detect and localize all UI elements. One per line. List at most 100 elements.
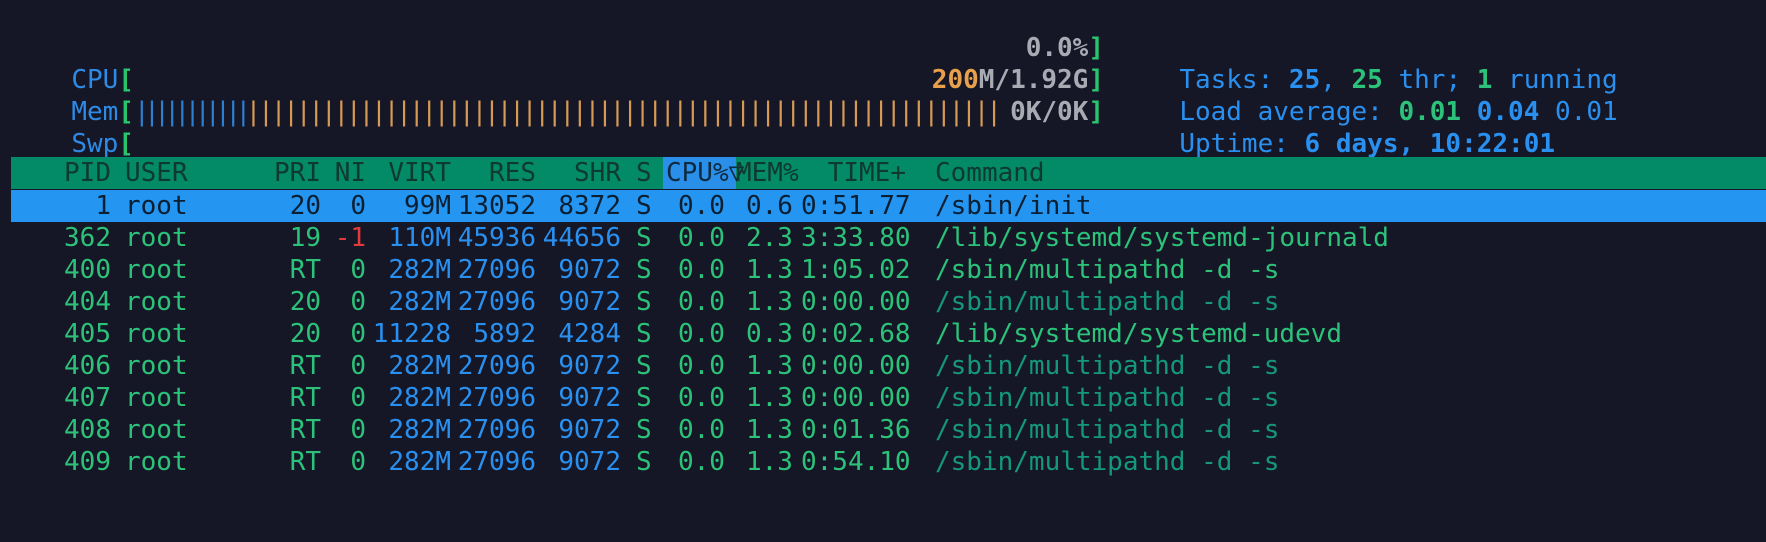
cell-res: 27096	[457, 383, 536, 413]
process-row[interactable]: 405 root 20 0 11228 5892 4284 S 0.0 0.3 0:02.68/li…	[0, 318, 1766, 350]
cell-cpu: 0.0	[678, 415, 725, 445]
cell-command: /sbin/multipathd -d -s	[935, 351, 1280, 381]
cell-user: root	[125, 191, 188, 221]
cell-ni: -1	[334, 223, 366, 253]
cell-mem: 1.3	[746, 447, 793, 477]
mem-bar-used: ||||||||||||||||||||||||||||||||||||||||…	[245, 97, 1002, 127]
cell-time: 0:02.68	[801, 319, 911, 349]
cell-user: root	[125, 287, 188, 317]
cell-pri: 20	[289, 319, 321, 349]
cell-shr: 9072	[558, 287, 621, 317]
col-res[interactable]: RES	[451, 157, 536, 189]
cell-mem: 1.3	[746, 351, 793, 381]
col-pri[interactable]: PRI	[241, 157, 321, 189]
cell-ni: 0	[350, 447, 366, 477]
cell-command: /lib/systemd/systemd-udevd	[935, 319, 1342, 349]
cell-res: 27096	[457, 287, 536, 317]
cell-ni: 0	[350, 415, 366, 445]
cell-res: 27096	[457, 415, 536, 445]
cpu-bracket-close: ]	[1088, 33, 1104, 63]
col-mem[interactable]: MEM%	[736, 157, 799, 189]
cell-state: S	[636, 255, 652, 285]
cell-time: 0:00.00	[801, 351, 911, 381]
process-row[interactable]: 404 root 20 0 282M 27096 9072 S 0.0 1.3 0:00.00/sb…	[0, 286, 1766, 318]
cell-res: 45936	[457, 223, 536, 253]
cell-virt: 282M	[388, 255, 451, 285]
col-shr[interactable]: SHR	[536, 157, 621, 189]
mem-total-text: M/1.92G	[978, 65, 1089, 95]
uptime-value: 6 days, 10:22:01	[1304, 129, 1555, 159]
mem-bar-buffers: |||||||||||	[133, 97, 251, 127]
uptime: Uptime: 6 days, 10:22:01	[1148, 96, 1555, 160]
process-row[interactable]: 400 root RT 0 282M 27096 9072 S 0.0 1.3 1:05.02/sb…	[0, 254, 1766, 286]
cell-shr: 4284	[558, 319, 621, 349]
cell-command: /sbin/multipathd -d -s	[935, 415, 1280, 445]
cell-shr: 44656	[542, 223, 621, 253]
process-row[interactable]: 407 root RT 0 282M 27096 9072 S 0.0 1.3 0:00.00/sb…	[0, 382, 1766, 414]
cell-res: 27096	[457, 351, 536, 381]
cell-virt: 282M	[388, 287, 451, 317]
cell-shr: 9072	[558, 383, 621, 413]
cell-res: 13052	[457, 191, 536, 221]
cell-command: /sbin/init	[935, 191, 1092, 221]
cell-command: /sbin/multipathd -d -s	[935, 383, 1280, 413]
cell-pri: 20	[289, 191, 321, 221]
cell-virt: 282M	[388, 383, 451, 413]
load-15min: 0.01	[1555, 97, 1618, 127]
cell-cpu: 0.0	[678, 287, 725, 317]
cell-state: S	[636, 319, 652, 349]
cpu-value: 0.0%]	[1026, 32, 1104, 64]
col-time[interactable]: TIME+	[801, 157, 906, 189]
swap-label: Swp	[71, 129, 119, 159]
cell-virt: 282M	[388, 351, 451, 381]
col-ni[interactable]: NI	[321, 157, 366, 189]
cell-user: root	[125, 255, 188, 285]
cell-cpu: 0.0	[678, 447, 725, 477]
cell-state: S	[636, 351, 652, 381]
cell-virt: 11228	[372, 319, 451, 349]
col-cpu[interactable]: CPU%▽	[666, 157, 744, 189]
cell-shr: 9072	[558, 415, 621, 445]
cell-ni: 0	[350, 319, 366, 349]
process-row[interactable]: 1 root 20 0 99M 13052 8372 S 0.0 0.6 0:51.77/sbin/…	[0, 190, 1766, 222]
cell-pri: RT	[289, 447, 321, 477]
cell-mem: 1.3	[746, 415, 793, 445]
process-row[interactable]: 408 root RT 0 282M 27096 9072 S 0.0 1.3 0:01.36/sb…	[0, 414, 1766, 446]
cell-mem: 0.6	[746, 191, 793, 221]
cell-cpu: 0.0	[678, 351, 725, 381]
cell-command: /lib/systemd/systemd-journald	[935, 223, 1389, 253]
cell-user: root	[125, 351, 188, 381]
cell-pid: 362	[64, 223, 111, 253]
cell-time: 0:00.00	[801, 287, 911, 317]
cell-state: S	[636, 383, 652, 413]
process-row[interactable]: 362 root 19 -1 110M 45936 44656 S 0.0 2.3 3:33.80 /…	[0, 222, 1766, 254]
cell-user: root	[125, 415, 188, 445]
col-state[interactable]: S	[636, 157, 652, 189]
col-user[interactable]: USER	[125, 157, 188, 189]
process-row[interactable]: 409 root RT 0 282M 27096 9072 S 0.0 1.3 0:54.10/sb…	[0, 446, 1766, 478]
cell-virt: 99M	[404, 191, 451, 221]
col-pid[interactable]: PID	[11, 157, 111, 189]
cell-ni: 0	[350, 191, 366, 221]
process-row[interactable]: 406 root RT 0 282M 27096 9072 S 0.0 1.3 0:00.00/sb…	[0, 350, 1766, 382]
mem-used-text: 200	[931, 65, 979, 95]
cell-ni: 0	[350, 383, 366, 413]
cell-pid: 409	[64, 447, 111, 477]
cell-virt: 282M	[388, 415, 451, 445]
uptime-label: Uptime:	[1179, 129, 1305, 159]
cell-state: S	[636, 191, 652, 221]
cell-state: S	[636, 223, 652, 253]
swap-bracket-open: [	[118, 129, 134, 159]
col-command[interactable]: Command	[935, 157, 1045, 189]
cell-pri: 20	[289, 287, 321, 317]
cell-state: S	[636, 447, 652, 477]
cell-time: 1:05.02	[801, 255, 911, 285]
cell-user: root	[125, 383, 188, 413]
col-virt[interactable]: VIRT	[371, 157, 451, 189]
cell-state: S	[636, 287, 652, 317]
cell-pri: RT	[289, 415, 321, 445]
cell-res: 5892	[473, 319, 536, 349]
cell-pid: 405	[64, 319, 111, 349]
cell-shr: 9072	[558, 351, 621, 381]
swap-value: 0K/0K]	[1010, 96, 1104, 128]
